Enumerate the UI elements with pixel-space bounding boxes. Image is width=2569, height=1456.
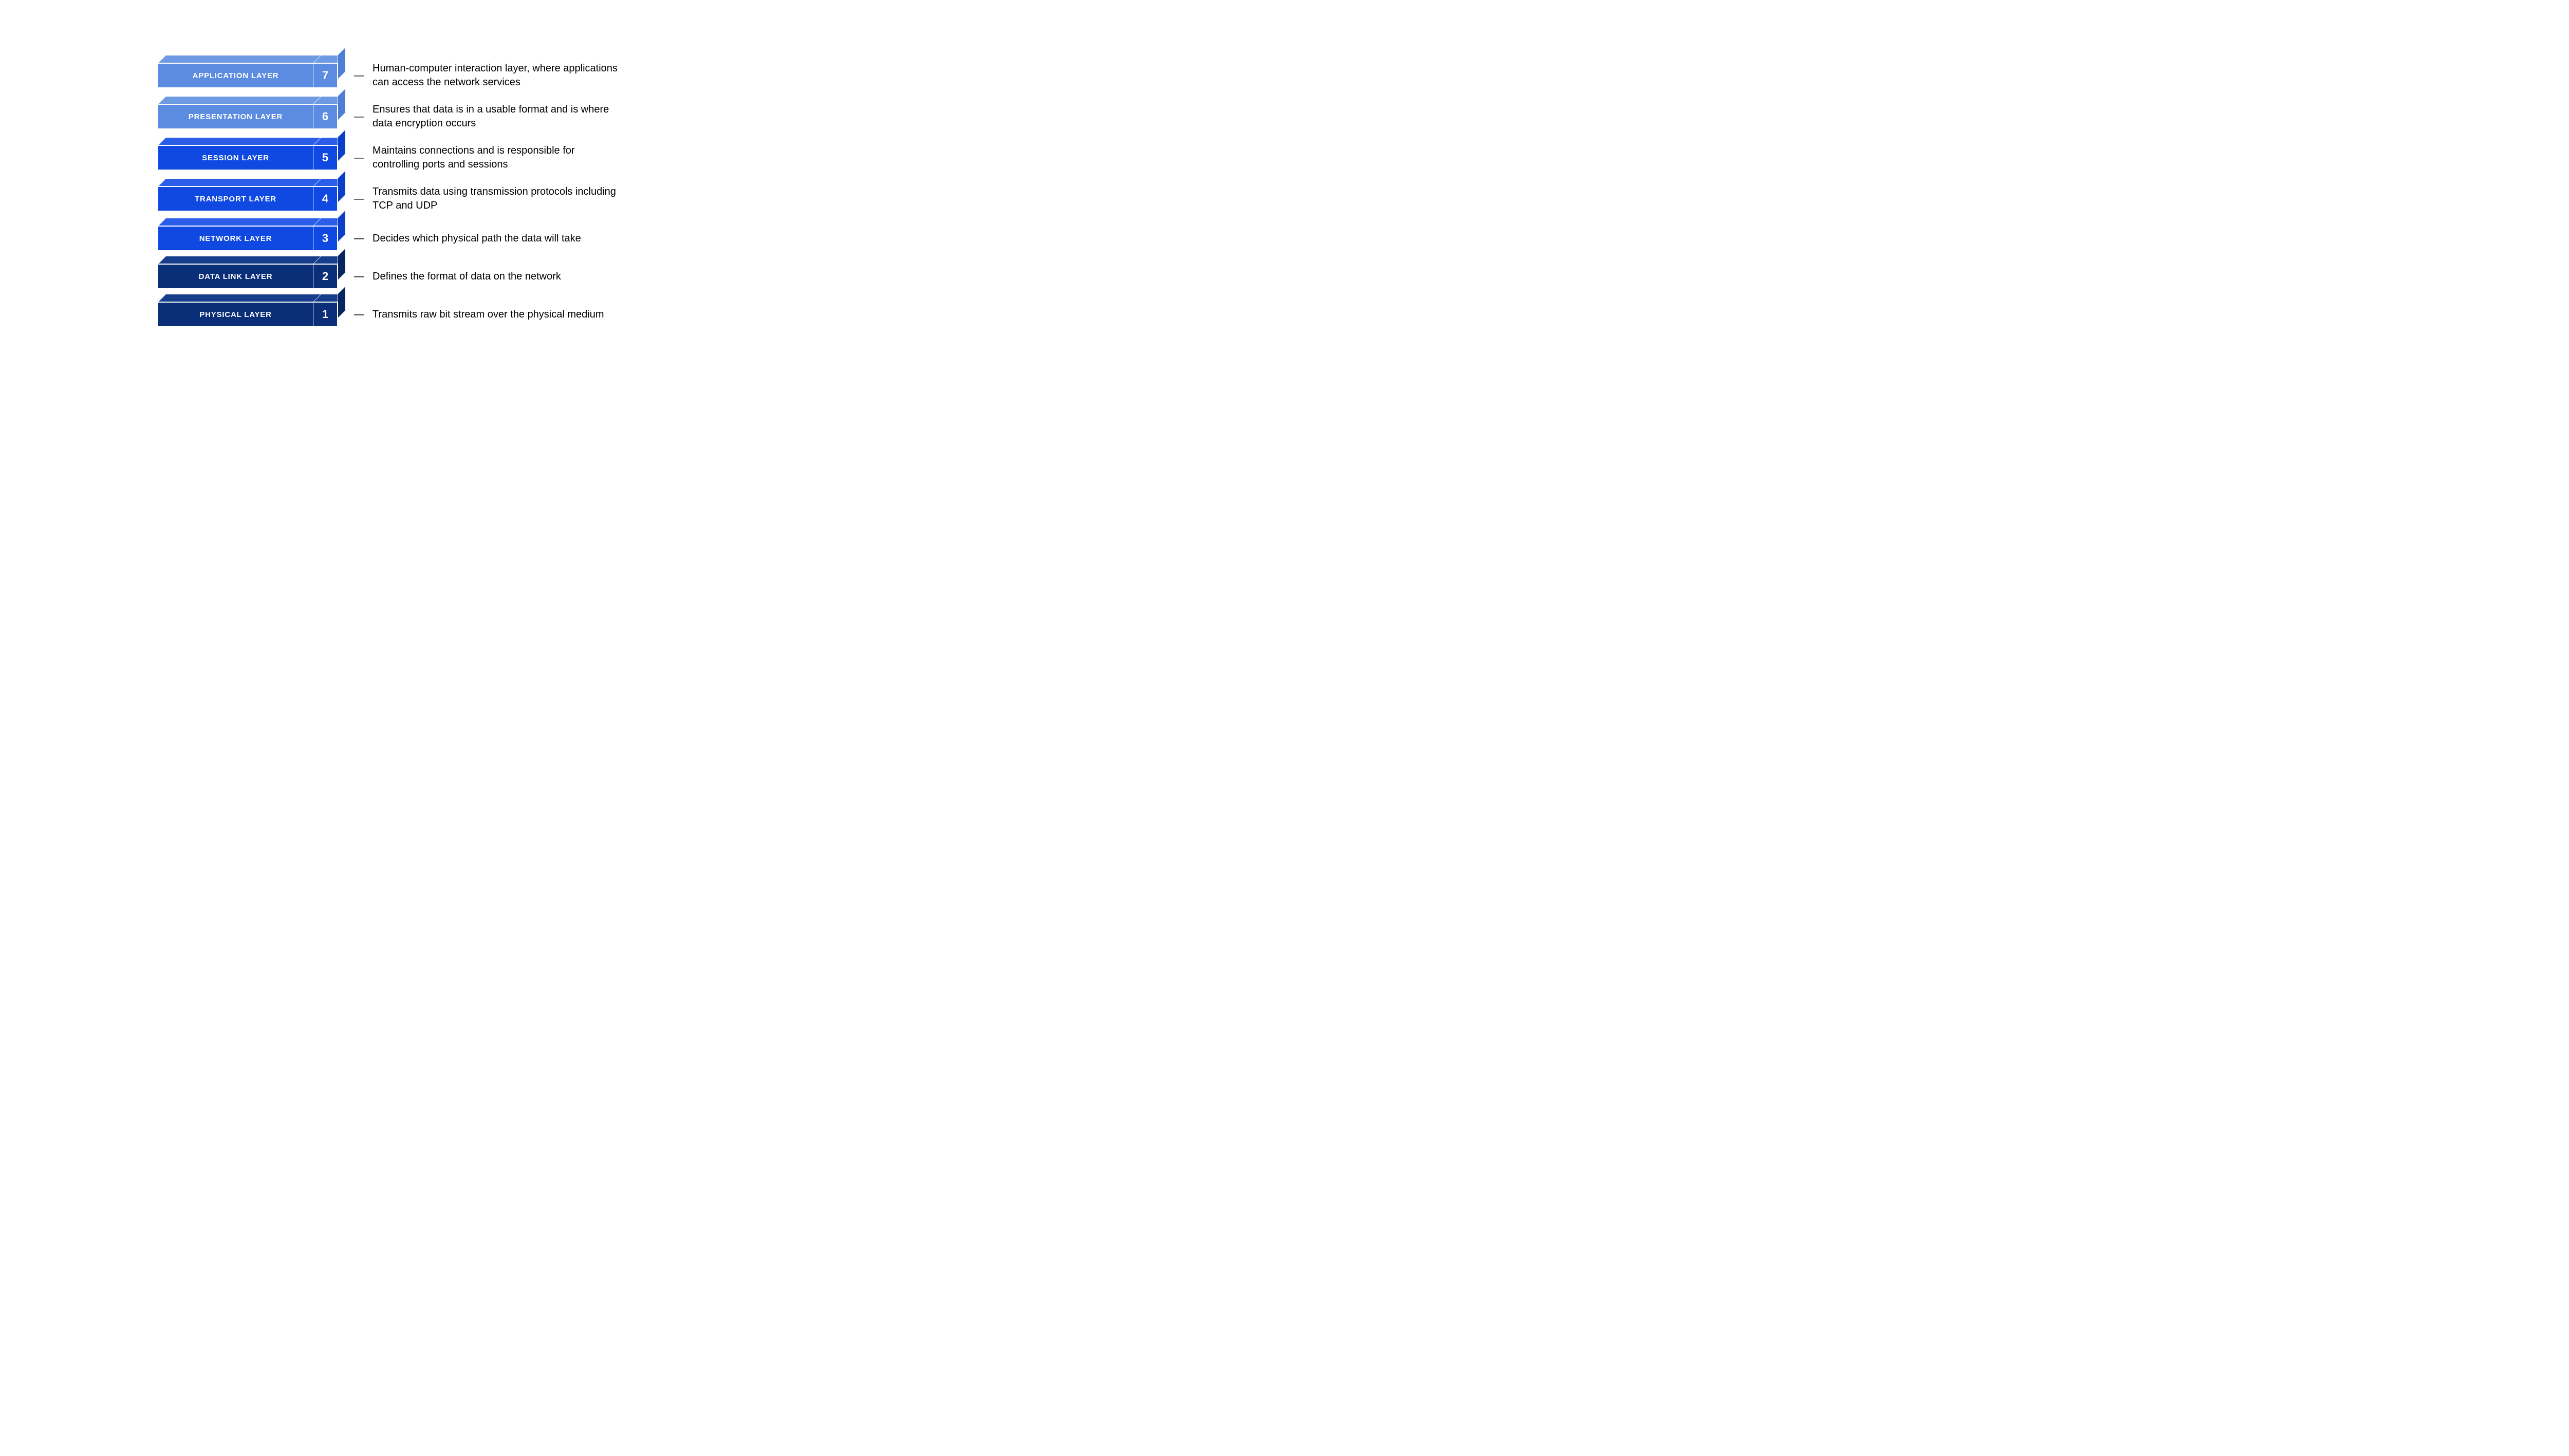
layer-number: 2 bbox=[313, 265, 337, 288]
layer-description: Decides which physical path the data wil… bbox=[373, 232, 581, 246]
layer-number: 6 bbox=[313, 105, 337, 128]
layer-description: Ensures that data is in a usable format … bbox=[373, 103, 619, 130]
layer-number: 1 bbox=[313, 303, 337, 326]
layer-number: 5 bbox=[313, 146, 337, 170]
connector-dash: — bbox=[354, 271, 364, 283]
box-top-face bbox=[158, 55, 346, 63]
connector-dash: — bbox=[354, 193, 364, 205]
layer-description: Transmits data using transmission protoc… bbox=[373, 185, 619, 213]
layer-box: NETWORK LAYER3 bbox=[158, 226, 338, 251]
layer-number: 4 bbox=[313, 187, 337, 211]
box-front-face: APPLICATION LAYER7 bbox=[158, 63, 338, 88]
layer-description: Human-computer interaction layer, where … bbox=[373, 62, 619, 89]
box-top-face bbox=[158, 178, 346, 186]
layer-row: PRESENTATION LAYER6 — Ensures that data is… bbox=[158, 103, 619, 130]
layer-box: DATA LINK LAYER2 bbox=[158, 264, 338, 289]
box-top-face bbox=[158, 96, 346, 104]
layer-name: TRANSPORT LAYER bbox=[158, 187, 313, 211]
box-side-face bbox=[338, 248, 346, 281]
osi-diagram: APPLICATION LAYER7 — Human-computer intera… bbox=[158, 62, 619, 327]
layer-row: NETWORK LAYER3 — Decides which physical pa… bbox=[158, 226, 619, 251]
layer-row: PHYSICAL LAYER1 — Transmits raw bit stream… bbox=[158, 302, 619, 327]
connector-dash: — bbox=[354, 111, 364, 123]
layer-name: DATA LINK LAYER bbox=[158, 265, 313, 288]
box-top-face bbox=[158, 256, 346, 264]
layer-name: SESSION LAYER bbox=[158, 146, 313, 170]
box-front-face: TRANSPORT LAYER4 bbox=[158, 186, 338, 211]
box-front-face: PRESENTATION LAYER6 bbox=[158, 104, 338, 129]
layer-description: Transmits raw bit stream over the physic… bbox=[373, 308, 604, 322]
layer-description: Maintains connections and is responsible… bbox=[373, 144, 619, 172]
box-side-face bbox=[338, 129, 346, 162]
box-side-face bbox=[338, 47, 346, 80]
box-top-face bbox=[158, 137, 346, 145]
box-front-face: DATA LINK LAYER2 bbox=[158, 264, 338, 289]
connector-dash: — bbox=[354, 70, 364, 82]
layer-name: NETWORK LAYER bbox=[158, 227, 313, 250]
box-side-face bbox=[338, 210, 346, 242]
layer-box: SESSION LAYER5 bbox=[158, 145, 338, 170]
layer-name: PRESENTATION LAYER bbox=[158, 105, 313, 128]
layer-row: DATA LINK LAYER2 — Defines the format of d… bbox=[158, 264, 619, 289]
box-front-face: SESSION LAYER5 bbox=[158, 145, 338, 170]
box-front-face: PHYSICAL LAYER1 bbox=[158, 302, 338, 327]
layer-name: APPLICATION LAYER bbox=[158, 64, 313, 87]
box-top-face bbox=[158, 294, 346, 302]
box-side-face bbox=[338, 286, 346, 319]
layer-row: TRANSPORT LAYER4 — Transmits data using tr… bbox=[158, 185, 619, 213]
connector-dash: — bbox=[354, 152, 364, 164]
layer-box: PHYSICAL LAYER1 bbox=[158, 302, 338, 327]
box-top-face bbox=[158, 218, 346, 226]
layer-box: PRESENTATION LAYER6 bbox=[158, 104, 338, 129]
layer-box: TRANSPORT LAYER4 bbox=[158, 186, 338, 211]
layer-row: SESSION LAYER5 — Maintains connections and… bbox=[158, 144, 619, 172]
box-front-face: NETWORK LAYER3 bbox=[158, 226, 338, 251]
layer-number: 7 bbox=[313, 64, 337, 87]
layer-description: Defines the format of data on the networ… bbox=[373, 270, 561, 284]
box-side-face bbox=[338, 88, 346, 121]
layer-number: 3 bbox=[313, 227, 337, 250]
layer-box: APPLICATION LAYER7 bbox=[158, 63, 338, 88]
layer-row: APPLICATION LAYER7 — Human-computer intera… bbox=[158, 62, 619, 89]
box-side-face bbox=[338, 170, 346, 203]
layer-name: PHYSICAL LAYER bbox=[158, 303, 313, 326]
connector-dash: — bbox=[354, 309, 364, 321]
connector-dash: — bbox=[354, 233, 364, 245]
